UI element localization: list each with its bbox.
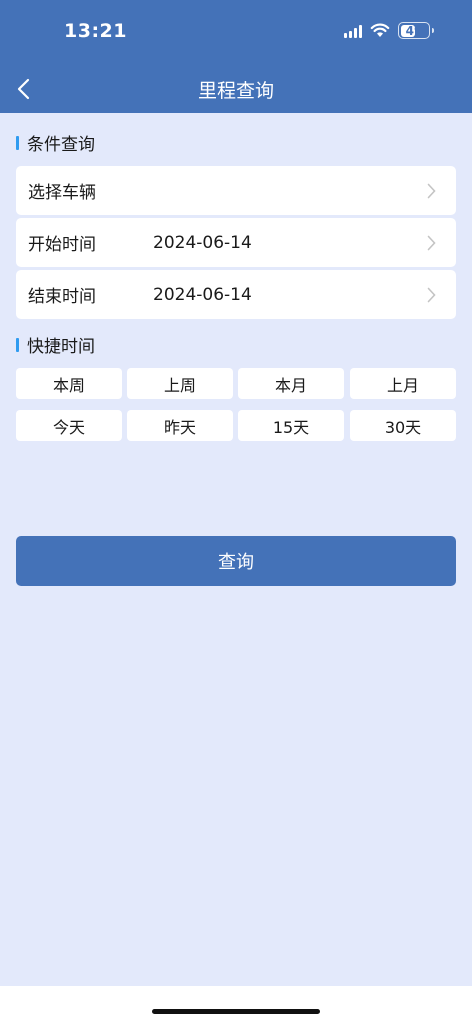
vehicle-label: 选择车辆 — [28, 183, 96, 203]
chevron-right-icon — [427, 183, 436, 199]
start-time-value: 2024-06-14 — [153, 232, 252, 253]
section-marker — [16, 135, 19, 150]
page-title: 里程查询 — [197, 80, 274, 102]
header: 13:21 49 里程查询 — [0, 0, 472, 113]
bottom-safe-area — [0, 986, 472, 1024]
end-time-label: 结束时间 — [28, 287, 96, 307]
battery-level: 49 — [405, 23, 423, 38]
quick-yesterday-button[interactable]: 昨天 — [127, 410, 233, 441]
query-button[interactable]: 查询 — [16, 536, 456, 586]
quick-this-month-button[interactable]: 本月 — [238, 368, 344, 399]
quick-15-days-button[interactable]: 15天 — [238, 410, 344, 441]
quick-last-month-button[interactable]: 上月 — [350, 368, 456, 399]
status-icons: 49 — [344, 22, 434, 39]
quick-this-week-button[interactable]: 本周 — [16, 368, 122, 399]
quick-30-days-button[interactable]: 30天 — [350, 410, 456, 441]
wifi-icon — [370, 23, 390, 37]
battery-icon: 49 — [398, 22, 434, 39]
end-time-row[interactable]: 结束时间 2024-06-14 — [16, 270, 456, 319]
section-marker — [16, 337, 19, 352]
select-vehicle-row[interactable]: 选择车辆 — [16, 166, 456, 215]
status-time: 13:21 — [64, 20, 127, 42]
end-time-value: 2024-06-14 — [153, 284, 252, 305]
start-time-row[interactable]: 开始时间 2024-06-14 — [16, 218, 456, 267]
quick-time-section-title: 快捷时间 — [16, 332, 95, 357]
chevron-right-icon — [427, 287, 436, 303]
quick-last-week-button[interactable]: 上周 — [127, 368, 233, 399]
conditions-title-text: 条件查询 — [27, 135, 95, 155]
quick-time-title-text: 快捷时间 — [27, 337, 95, 357]
home-indicator[interactable] — [152, 1009, 320, 1014]
conditions-section-title: 条件查询 — [16, 130, 95, 155]
chevron-right-icon — [427, 235, 436, 251]
cellular-signal-icon — [344, 24, 362, 38]
start-time-label: 开始时间 — [28, 235, 96, 255]
quick-today-button[interactable]: 今天 — [16, 410, 122, 441]
